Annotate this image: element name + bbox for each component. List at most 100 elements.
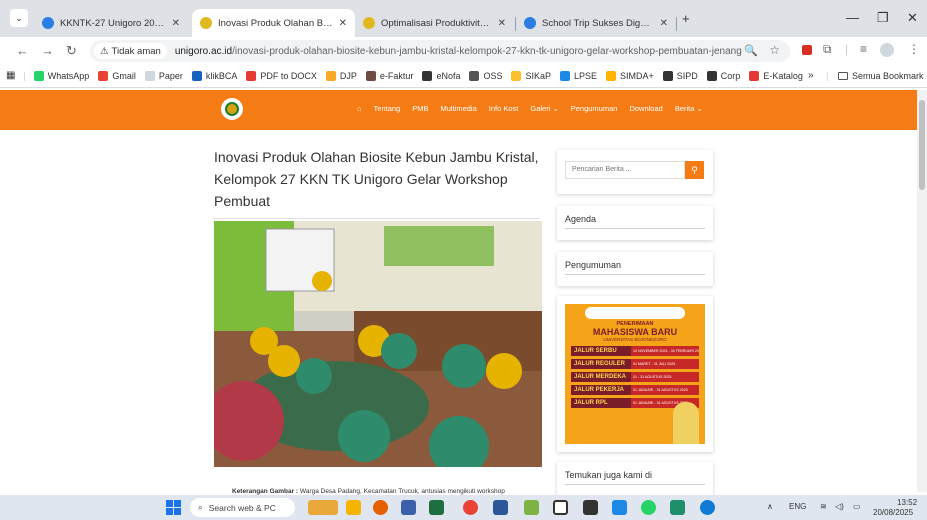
bookmark-item[interactable]: e-Faktur xyxy=(365,70,413,81)
profile-avatar[interactable] xyxy=(880,43,894,57)
bookmark-item[interactable]: DJP xyxy=(325,70,357,81)
bookmark-item[interactable]: Paper xyxy=(144,70,183,81)
firefox-icon[interactable] xyxy=(373,500,388,515)
edge-icon[interactable] xyxy=(700,500,715,515)
menu-kebab-icon[interactable]: ⋮ xyxy=(908,42,920,56)
bookmark-icon xyxy=(325,70,336,81)
bookmark-icon xyxy=(511,70,522,81)
banner-row-label: JALUR RPL xyxy=(571,398,631,408)
wifi-icon[interactable]: ≋ xyxy=(820,502,827,511)
banner-row-label: JALUR REGULER xyxy=(571,359,631,369)
whatsapp-icon[interactable] xyxy=(641,500,656,515)
app-icon-4[interactable] xyxy=(583,500,598,515)
security-chip[interactable]: ⚠ Tidak aman xyxy=(94,43,167,59)
bookmark-item[interactable]: klikBCA xyxy=(191,70,237,81)
nav-item[interactable]: Multimedia xyxy=(441,104,477,113)
close-tab-icon[interactable]: ✕ xyxy=(660,18,668,29)
file-explorer-icon[interactable] xyxy=(346,500,361,515)
banner-line3: UNIVERSITAS BOJONEGORO xyxy=(603,337,667,342)
banner-logos xyxy=(585,307,685,319)
taskbar-search[interactable]: ⌕ Search web & PC xyxy=(190,498,295,517)
clock-date[interactable]: 20/08/2025 xyxy=(873,508,913,517)
word-icon[interactable] xyxy=(493,500,508,515)
app-icon[interactable] xyxy=(401,500,416,515)
bookmark-label: SIPD xyxy=(676,70,698,81)
close-window-icon[interactable]: ✕ xyxy=(907,10,918,26)
close-tab-icon[interactable]: ✕ xyxy=(172,18,180,29)
app-icon-3[interactable] xyxy=(553,500,568,515)
nav-item[interactable]: PMB xyxy=(412,104,428,113)
app-icon-2[interactable] xyxy=(524,500,539,515)
chrome-icon[interactable] xyxy=(463,500,478,515)
bookmark-item[interactable]: eNofa xyxy=(422,70,460,81)
widgets-icon[interactable] xyxy=(308,500,338,515)
extension-icon[interactable] xyxy=(802,45,812,55)
scroll-thumb[interactable] xyxy=(919,100,925,190)
nav-item[interactable]: Galeri ⌄ xyxy=(530,104,558,113)
bookmark-icon xyxy=(144,70,155,81)
university-logo[interactable] xyxy=(221,98,243,120)
banner-row-date: 01 MARET - 31 JULI 2025 xyxy=(631,359,699,369)
close-tab-icon[interactable]: ✕ xyxy=(498,18,506,29)
zoom-search-icon[interactable]: 🔍 xyxy=(744,44,758,57)
bookmark-icon xyxy=(365,70,376,81)
nav-item[interactable]: Pengumuman xyxy=(571,104,618,113)
address-bar[interactable]: ⚠ Tidak aman unigoro.ac.id/inovasi-produ… xyxy=(90,40,790,62)
tab-label: Optimalisasi Produktivitas Terna xyxy=(381,17,492,29)
app-icon-6[interactable] xyxy=(670,500,685,515)
start-button[interactable] xyxy=(166,500,181,515)
restore-icon[interactable]: ❐ xyxy=(877,10,889,26)
bookmark-label: OSS xyxy=(483,70,503,81)
bookmark-item[interactable]: LPSE xyxy=(560,70,597,81)
bookmarks-more-icon[interactable]: » xyxy=(808,70,814,81)
url-text[interactable]: unigoro.ac.id/inovasi-produk-olahan-bios… xyxy=(175,46,745,57)
tray-chevron-icon[interactable]: ∧ xyxy=(767,502,773,511)
battery-icon[interactable]: ▭ xyxy=(853,502,861,511)
bookmark-item[interactable]: PDF to DOCX xyxy=(246,70,317,81)
tab-3[interactable]: Optimalisasi Produktivitas Terna ✕ xyxy=(355,9,514,37)
new-tab-button[interactable]: + xyxy=(682,11,690,26)
home-icon[interactable]: ⌂ xyxy=(357,104,362,113)
nav-item[interactable]: Download xyxy=(629,104,662,113)
tab-search-button[interactable]: ⌄ xyxy=(10,9,28,27)
bookmark-item[interactable]: Corp xyxy=(706,70,740,81)
all-bookmarks-label: Semua Bookmark xyxy=(852,70,924,81)
extensions-puzzle-icon[interactable]: ⧉ xyxy=(823,42,832,57)
folder-icon xyxy=(838,71,848,80)
bookmark-item[interactable]: SIPD xyxy=(662,70,698,81)
bookmark-item[interactable]: OSS xyxy=(469,70,503,81)
bookmark-label: E-Katalog xyxy=(763,70,803,81)
news-search-input[interactable]: Pencarian Berita ... xyxy=(565,161,685,179)
bookmark-item[interactable]: E-Katalog xyxy=(749,70,803,81)
apps-grid-icon[interactable]: ▦ xyxy=(6,70,15,81)
bookmark-item[interactable]: WhatsApp xyxy=(33,70,89,81)
tab-1[interactable]: KKNTK-27 Unigoro 2025 Gelar ✕ xyxy=(34,9,188,37)
reading-list-icon[interactable]: ≡ xyxy=(860,42,867,56)
search-button[interactable]: ⚲ xyxy=(685,161,704,179)
nav-item[interactable]: Tentang xyxy=(374,104,401,113)
all-bookmarks-folder[interactable]: Semua Bookmark xyxy=(838,71,924,81)
bookmark-item[interactable]: SIKaP xyxy=(511,70,551,81)
bookmark-icon xyxy=(246,70,257,81)
excel-icon[interactable] xyxy=(429,500,444,515)
close-tab-icon[interactable]: ✕ xyxy=(339,18,347,29)
pmb-banner[interactable]: PENERIMAAN MAHASISWA BARU UNIVERSITAS BO… xyxy=(565,304,705,444)
minimize-icon[interactable]: — xyxy=(846,10,859,25)
bookmark-item[interactable]: SIMDA+ xyxy=(606,70,654,81)
reload-icon[interactable]: ↻ xyxy=(66,43,77,59)
page-scrollbar[interactable] xyxy=(917,90,927,492)
bookmark-item[interactable]: Gmail xyxy=(98,70,136,81)
clock-time[interactable]: 13:52 xyxy=(897,498,917,507)
tab-4[interactable]: School Trip Sukses Digelar di G ✕ xyxy=(516,9,676,37)
language-indicator[interactable]: ENG xyxy=(789,502,806,511)
tab-2[interactable]: Inovasi Produk Olahan Biosite K ✕ xyxy=(192,9,355,37)
back-icon[interactable]: ← xyxy=(16,43,29,58)
volume-icon[interactable]: ◁) xyxy=(835,502,844,511)
forward-icon[interactable]: → xyxy=(41,43,54,58)
bookmark-star-icon[interactable]: ☆ xyxy=(769,43,780,57)
taskbar: ⌕ Search web & PC ∧ ENG ≋ ◁) ▭ 13:52 20/… xyxy=(0,495,927,520)
app-icon-5[interactable] xyxy=(612,500,627,515)
nav-item[interactable]: Info Kost xyxy=(489,104,519,113)
search-widget: Pencarian Berita ... ⚲ xyxy=(557,150,713,194)
nav-item[interactable]: Berita ⌄ xyxy=(675,104,703,113)
